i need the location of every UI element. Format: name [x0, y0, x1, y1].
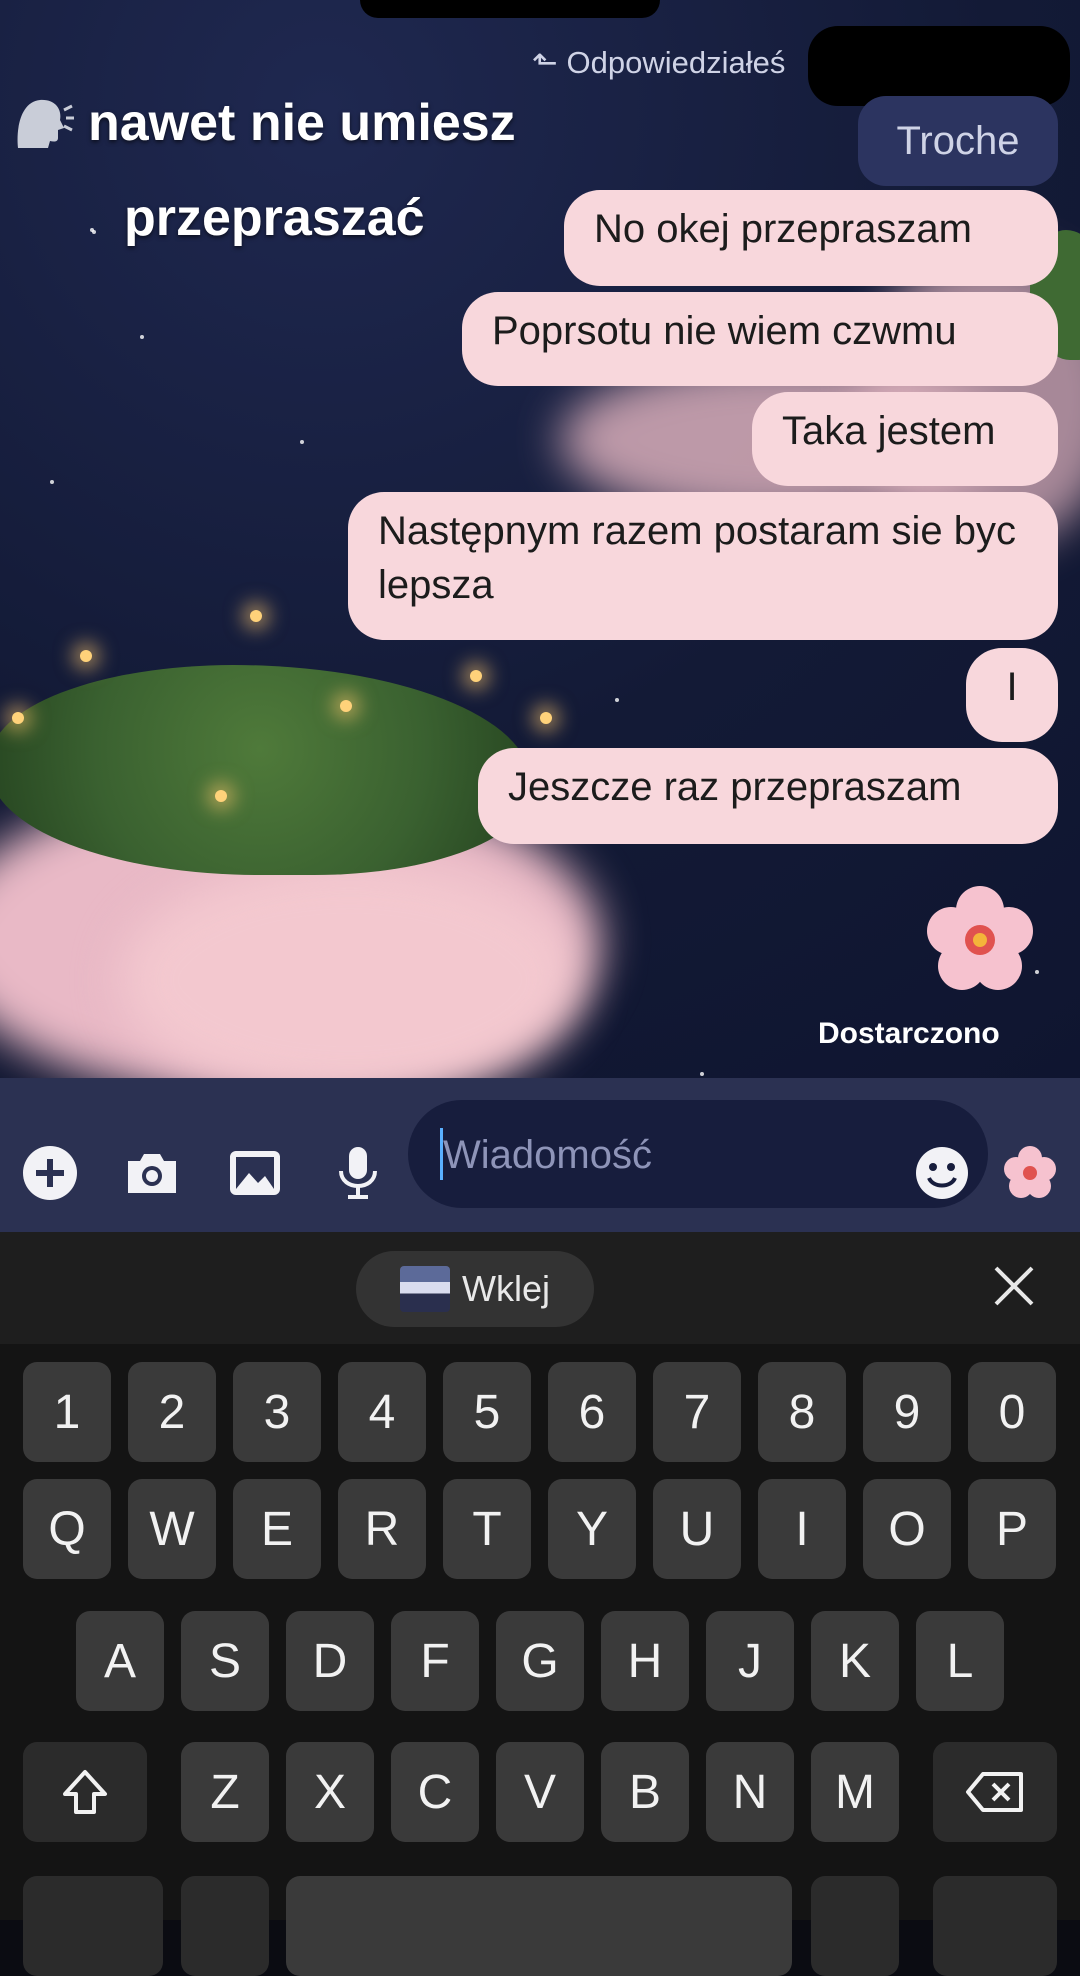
reply-hint-text: Odpowiedziałeś [566, 45, 786, 80]
key-y[interactable]: Y [548, 1479, 636, 1579]
message-bubble[interactable]: Taka jestem [752, 392, 1058, 486]
speaking-head-icon [17, 99, 74, 148]
firefly [540, 712, 552, 724]
period-key[interactable] [811, 1876, 899, 1976]
message-bubble[interactable]: No okej przepraszam [564, 190, 1058, 286]
firefly [12, 712, 24, 724]
firefly [215, 790, 227, 802]
cherry-blossom-sticker[interactable] [920, 880, 1040, 1000]
gallery-icon[interactable] [225, 1143, 285, 1203]
key-8[interactable]: 8 [758, 1362, 846, 1462]
star [700, 1072, 704, 1076]
key-9[interactable]: 9 [863, 1362, 951, 1462]
quoted-message[interactable]: Troche [858, 96, 1058, 186]
key-z[interactable]: Z [181, 1742, 269, 1842]
key-0[interactable]: 0 [968, 1362, 1056, 1462]
key-r[interactable]: R [338, 1479, 426, 1579]
key-4[interactable]: 4 [338, 1362, 426, 1462]
firefly [80, 650, 92, 662]
message-bubble[interactable]: Następnym razem postaram sie byc lepsza [348, 492, 1058, 640]
key-f[interactable]: F [391, 1611, 479, 1711]
shift-key[interactable] [23, 1742, 147, 1842]
paste-label: Wklej [462, 1268, 550, 1309]
plus-circle-icon[interactable] [20, 1143, 80, 1203]
key-o[interactable]: O [863, 1479, 951, 1579]
shift-arrow-icon [63, 1770, 107, 1814]
key-p[interactable]: P [968, 1479, 1056, 1579]
floating-meadow [0, 665, 530, 875]
key-k[interactable]: K [811, 1611, 899, 1711]
key-d[interactable]: D [286, 1611, 374, 1711]
key-6[interactable]: 6 [548, 1362, 636, 1462]
star [615, 698, 619, 702]
key-5[interactable]: 5 [443, 1362, 531, 1462]
flower-icon[interactable] [1000, 1143, 1060, 1203]
delivery-status: Dostarczono [818, 1017, 1000, 1050]
firefly [340, 700, 352, 712]
message-input-placeholder: Wiadomość [443, 1133, 652, 1177]
key-3[interactable]: 3 [233, 1362, 321, 1462]
message-bubble[interactable]: Poprsotu nie wiem czwmu [462, 292, 1058, 386]
reply-hint: ⬑ Odpowiedziałeś [532, 45, 785, 81]
key-l[interactable]: L [916, 1611, 1004, 1711]
quoted-message-text: Troche [896, 118, 1020, 163]
key-s[interactable]: S [181, 1611, 269, 1711]
key-e[interactable]: E [233, 1479, 321, 1579]
paste-button[interactable]: Wklej [356, 1251, 594, 1327]
key-g[interactable]: G [496, 1611, 584, 1711]
key-7[interactable]: 7 [653, 1362, 741, 1462]
enter-key[interactable] [933, 1876, 1057, 1976]
key-b[interactable]: B [601, 1742, 689, 1842]
overlay-caption-line1: nawet nie umiesz [88, 94, 516, 152]
microphone-icon[interactable] [328, 1143, 388, 1203]
key-u[interactable]: U [653, 1479, 741, 1579]
key-j[interactable]: J [706, 1611, 794, 1711]
firefly [250, 610, 262, 622]
key-h[interactable]: H [601, 1611, 689, 1711]
redaction-bar [360, 0, 660, 18]
backspace-icon [966, 1772, 1023, 1812]
overlay-caption-line2: przepraszać [124, 189, 425, 247]
redaction-bar [808, 26, 1070, 106]
key-t[interactable]: T [443, 1479, 531, 1579]
backspace-key[interactable] [933, 1742, 1057, 1842]
message-bubble[interactable]: Jeszcze raz przepraszam [478, 748, 1058, 844]
key-1[interactable]: 1 [23, 1362, 111, 1462]
clipboard-thumbnail [400, 1266, 450, 1312]
key-n[interactable]: N [706, 1742, 794, 1842]
key-i[interactable]: I [758, 1479, 846, 1579]
firefly [470, 670, 482, 682]
comma-key[interactable] [181, 1876, 269, 1976]
key-2[interactable]: 2 [128, 1362, 216, 1462]
star [140, 335, 144, 339]
message-bubble[interactable]: I [966, 648, 1058, 742]
star [50, 480, 54, 484]
key-a[interactable]: A [76, 1611, 164, 1711]
key-v[interactable]: V [496, 1742, 584, 1842]
reply-arrow-icon: ⬑ [532, 45, 567, 80]
emoji-icon[interactable] [912, 1143, 972, 1203]
star [300, 440, 304, 444]
key-w[interactable]: W [128, 1479, 216, 1579]
symbols-key[interactable] [23, 1876, 163, 1976]
space-key[interactable] [286, 1876, 792, 1976]
star [92, 230, 96, 234]
camera-icon[interactable] [122, 1143, 182, 1203]
key-c[interactable]: C [391, 1742, 479, 1842]
key-m[interactable]: M [811, 1742, 899, 1842]
key-x[interactable]: X [286, 1742, 374, 1842]
close-icon[interactable] [990, 1262, 1038, 1310]
key-q[interactable]: Q [23, 1479, 111, 1579]
